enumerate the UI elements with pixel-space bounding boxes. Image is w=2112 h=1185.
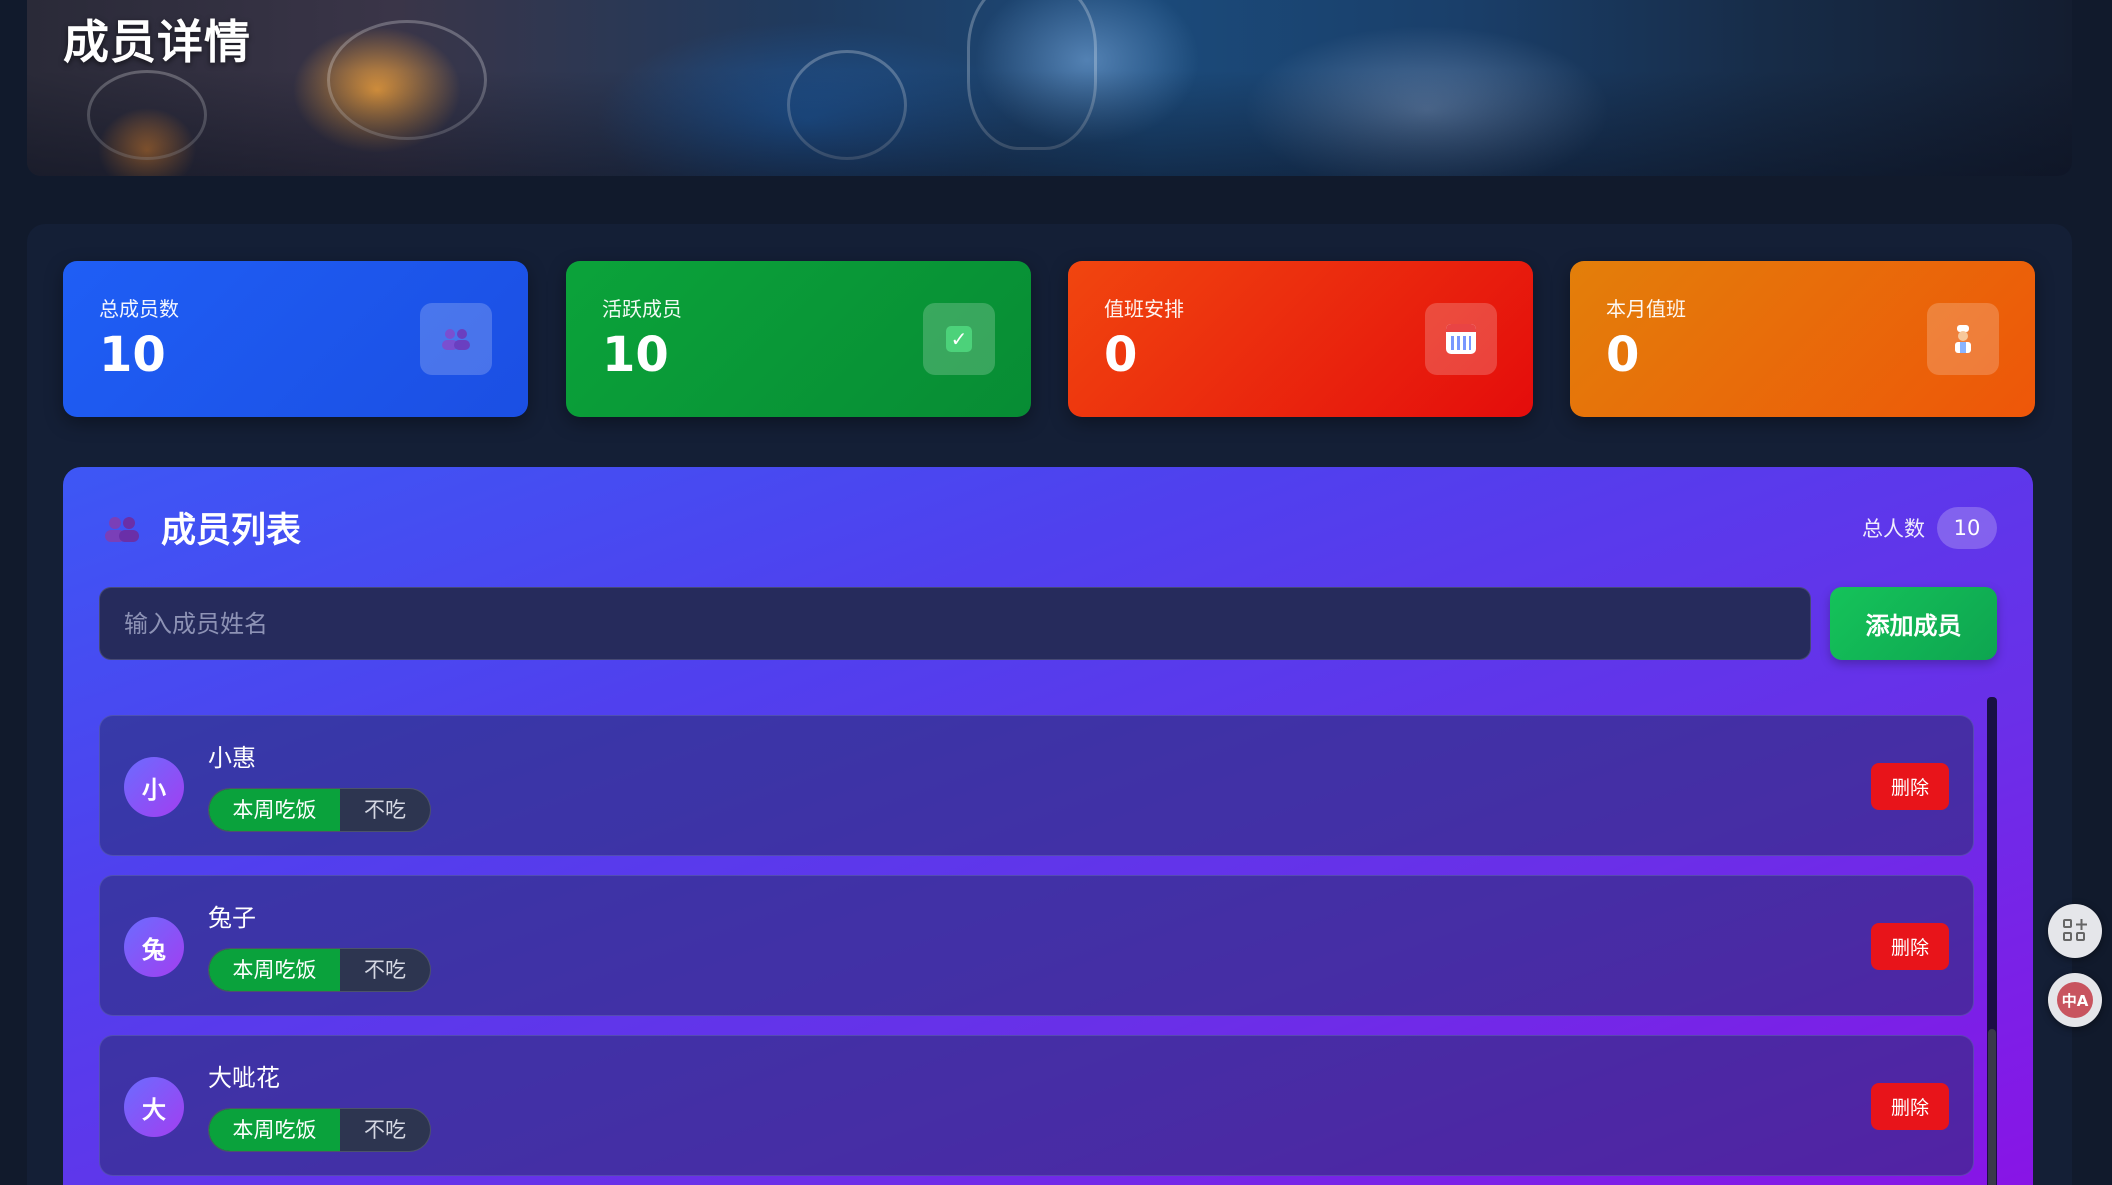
not-eating-option[interactable]: 不吃 bbox=[340, 1109, 430, 1151]
hero-banner: 成员详情 bbox=[27, 0, 2072, 176]
delete-member-button[interactable]: 删除 bbox=[1871, 763, 1949, 810]
member-row: 小 小惠 本周吃饭 不吃 删除 bbox=[99, 715, 1974, 856]
member-name: 小惠 bbox=[208, 744, 256, 772]
member-list-title: 成员列表 bbox=[161, 511, 302, 551]
meal-toggle: 本周吃饭 不吃 bbox=[208, 788, 431, 832]
page: 成员详情 总成员数 10 活跃成员 10 ✓ 值班安排 0 本月值班 0 成员列… bbox=[0, 0, 2112, 1185]
calendar-icon bbox=[1425, 303, 1497, 375]
member-name-input[interactable] bbox=[99, 587, 1811, 660]
page-title: 成员详情 bbox=[63, 15, 251, 69]
stat-card-total-members: 总成员数 10 bbox=[63, 261, 528, 417]
member-row: 兔 兔子 本周吃饭 不吃 删除 bbox=[99, 875, 1974, 1016]
total-count-badge: 10 bbox=[1937, 507, 1997, 549]
stat-card-monthly-duty: 本月值班 0 bbox=[1570, 261, 2035, 417]
stat-card-duty-schedule: 值班安排 0 bbox=[1068, 261, 1533, 417]
eat-this-week-option[interactable]: 本周吃饭 bbox=[209, 789, 340, 831]
eat-this-week-option[interactable]: 本周吃饭 bbox=[209, 949, 340, 991]
translate-button[interactable]: 中A bbox=[2048, 973, 2102, 1027]
delete-member-button[interactable]: 删除 bbox=[1871, 923, 1949, 970]
avatar: 大 bbox=[124, 1077, 184, 1137]
avatar: 兔 bbox=[124, 917, 184, 977]
member-list-panel: 成员列表 总人数 10 添加成员 小 小惠 本周吃饭 不吃 删除 兔 兔子 本周… bbox=[63, 467, 2033, 1185]
total-count-label: 总人数 bbox=[1862, 517, 1925, 541]
not-eating-option[interactable]: 不吃 bbox=[340, 789, 430, 831]
meal-toggle: 本周吃饭 不吃 bbox=[208, 1108, 431, 1152]
stat-card-active-members: 活跃成员 10 ✓ bbox=[566, 261, 1031, 417]
translate-icon: 中A bbox=[2057, 982, 2093, 1018]
users-icon bbox=[420, 303, 492, 375]
grid-plus-icon bbox=[2063, 919, 2087, 943]
delete-member-button[interactable]: 删除 bbox=[1871, 1083, 1949, 1130]
member-name: 大呲花 bbox=[208, 1064, 280, 1092]
check-icon: ✓ bbox=[923, 303, 995, 375]
eat-this-week-option[interactable]: 本周吃饭 bbox=[209, 1109, 340, 1151]
add-member-button[interactable]: 添加成员 bbox=[1830, 587, 1997, 660]
hero-shade bbox=[27, 0, 2072, 176]
chef-icon bbox=[1927, 303, 1999, 375]
apps-button[interactable] bbox=[2048, 904, 2102, 958]
scrollbar-thumb[interactable] bbox=[1988, 1029, 1996, 1185]
not-eating-option[interactable]: 不吃 bbox=[340, 949, 430, 991]
meal-toggle: 本周吃饭 不吃 bbox=[208, 948, 431, 992]
member-name: 兔子 bbox=[208, 904, 256, 932]
users-icon bbox=[103, 515, 141, 551]
member-row: 大 大呲花 本周吃饭 不吃 删除 bbox=[99, 1035, 1974, 1176]
avatar: 小 bbox=[124, 757, 184, 817]
